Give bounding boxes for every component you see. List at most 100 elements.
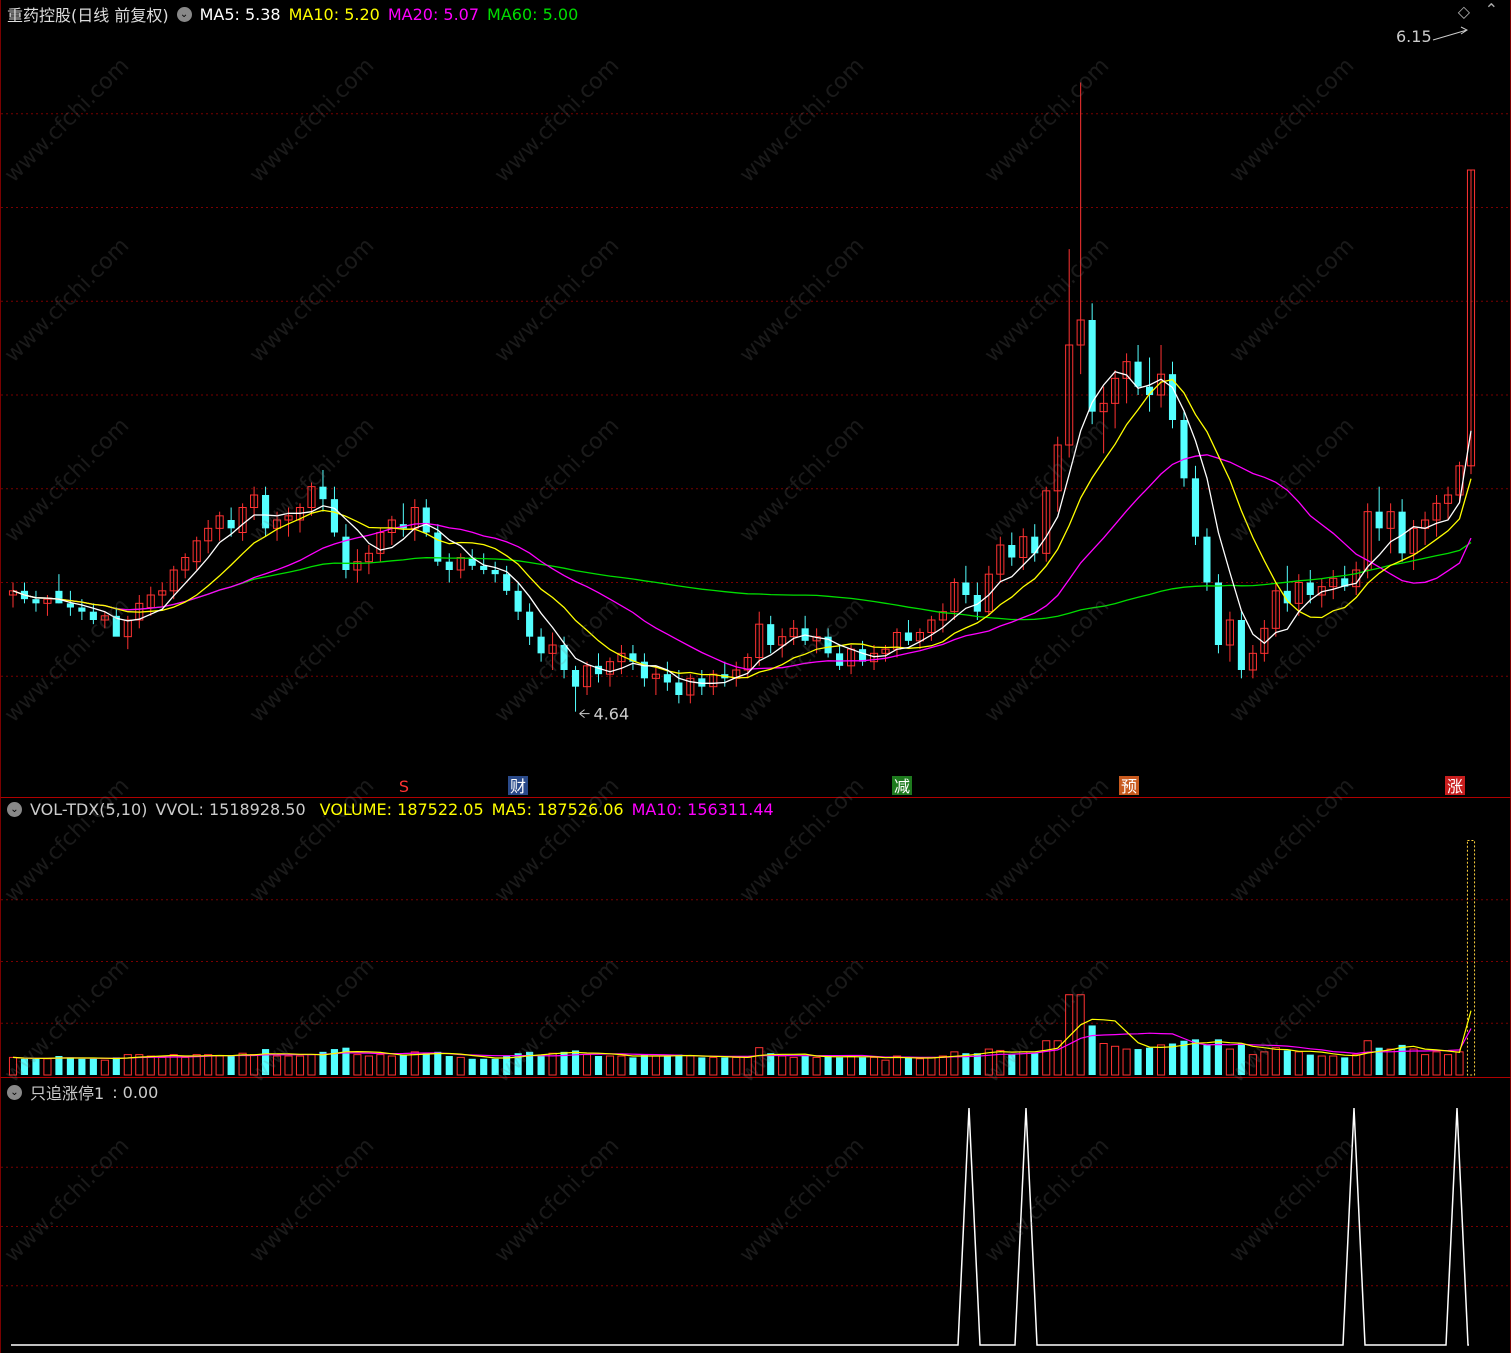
volume-bar (1076, 994, 1085, 1076)
volume-bar (8, 1056, 18, 1076)
stock-title: 重药控股(日线 前复权) (7, 6, 169, 25)
candle-body (445, 561, 453, 570)
candle-body (55, 590, 63, 604)
candlestick-chart: 6.15 4.64 S 财 减 预 涨 (1, 26, 1510, 796)
volume-bar (250, 1054, 259, 1076)
volume-bar (364, 1055, 373, 1076)
volume-bar (169, 1054, 178, 1076)
volume-bar (1248, 1054, 1257, 1076)
volume-bar (1306, 1054, 1314, 1075)
candle-body (262, 495, 270, 529)
volume-bar (594, 1056, 603, 1075)
volume-bar (1156, 1044, 1166, 1076)
volume-bar (307, 1054, 316, 1076)
ind-value: : 0.00 (112, 1082, 159, 1102)
volume-bar (503, 1056, 511, 1075)
volume-bar (605, 1055, 615, 1076)
volume-bar (192, 1054, 201, 1076)
volume-bar (262, 1049, 270, 1075)
candle-body (480, 565, 488, 570)
volume-label: VOLUME: 187522.05 (319, 800, 484, 819)
volume-bar (1329, 1055, 1338, 1076)
event-marker-3: 预 (1119, 776, 1139, 796)
volume-bar (353, 1054, 362, 1076)
volume-bar (1409, 1048, 1418, 1076)
candle-body (330, 499, 339, 533)
volume-bar (1237, 1043, 1245, 1075)
volume-panel[interactable]: ⌄ VOL-TDX(5,10) VVOL: 1518928.50 VOLUME:… (0, 798, 1511, 1078)
candle-body (526, 611, 534, 637)
volume-bar (456, 1056, 465, 1076)
volume-bar (434, 1051, 442, 1075)
volume-bar (1421, 1054, 1430, 1076)
candle-body (836, 653, 844, 666)
low-arrow-icon (579, 709, 590, 719)
volume-bar (445, 1056, 453, 1075)
volume-bar (272, 1055, 282, 1076)
volume-bar (1065, 994, 1074, 1076)
volume-bar (743, 1056, 752, 1076)
volume-bar (1386, 1048, 1395, 1076)
ma10-label: MA10: 5.20 (288, 4, 380, 24)
volume-bar (146, 1055, 155, 1076)
volume-bar (651, 1055, 660, 1076)
volume-bar (675, 1054, 683, 1075)
candle-body (78, 607, 86, 612)
volume-bar (215, 1055, 224, 1076)
volume-bar (1283, 1050, 1291, 1075)
volume-bar (1203, 1044, 1211, 1075)
volume-bar (858, 1057, 867, 1075)
price-panel[interactable]: 重药控股(日线 前复权) ⌄ MA5: 5.38 MA10: 5.20 MA20… (0, 0, 1511, 798)
legend-toggle-icon[interactable]: ⌄ (176, 6, 192, 22)
ma20-line (12, 454, 1472, 670)
candle-body (503, 574, 511, 591)
candle-body (537, 636, 545, 654)
volume-bar (422, 1053, 430, 1075)
volume-bar (663, 1056, 671, 1075)
event-marker-text: 涨 (1447, 777, 1463, 796)
volume-bar (1008, 1054, 1016, 1075)
candle-body (422, 507, 430, 533)
event-marker-text: 财 (510, 777, 526, 796)
candle-body (962, 582, 970, 595)
volume-bar (789, 1056, 798, 1076)
volume-bar (20, 1058, 29, 1075)
volume-bar (732, 1056, 741, 1076)
event-marker-0: S (399, 777, 409, 796)
volume-bar (158, 1056, 167, 1076)
price-legend: 重药控股(日线 前复权) ⌄ MA5: 5.38 MA10: 5.20 MA20… (7, 2, 578, 26)
volume-bar (1042, 1040, 1051, 1076)
candle-body (1375, 511, 1383, 529)
volume-bar (836, 1057, 844, 1075)
ma60-label: MA60: 5.00 (487, 4, 579, 24)
candle-body (89, 611, 97, 620)
event-marker-text: 预 (1121, 777, 1137, 796)
event-marker-4: 涨 (1445, 776, 1465, 796)
indicator-legend: ⌄ 只追涨停1 : 0.00 (7, 1080, 158, 1104)
volume-bar (480, 1058, 488, 1075)
volume-bar (1088, 1025, 1096, 1075)
volume-bar (295, 1055, 305, 1076)
ind-toggle-icon[interactable]: ⌄ (7, 1084, 22, 1100)
volume-bar (881, 1059, 890, 1076)
candle-body (66, 603, 74, 608)
volume-bar (686, 1055, 695, 1076)
volume-bar (801, 1056, 809, 1075)
volume-bar (1443, 1054, 1453, 1076)
ind-name: 只追涨停1 (30, 1084, 105, 1103)
volume-bar (1225, 1048, 1234, 1076)
volume-bar (468, 1058, 476, 1075)
vol-ma5-line (12, 1010, 1472, 1060)
volume-bar (284, 1055, 293, 1076)
volume-bar (43, 1058, 52, 1076)
volume-bar (1168, 1043, 1177, 1075)
candle-body (491, 570, 499, 575)
candle-body (227, 520, 235, 529)
volume-bar (640, 1054, 648, 1075)
volume-bar (812, 1056, 821, 1076)
volume-bar (904, 1057, 913, 1075)
indicator-panel[interactable]: ⌄ 只追涨停1 : 0.00 (0, 1078, 1511, 1353)
volume-bar (698, 1057, 706, 1075)
vol-toggle-icon[interactable]: ⌄ (7, 802, 22, 817)
candle-body (767, 624, 775, 645)
